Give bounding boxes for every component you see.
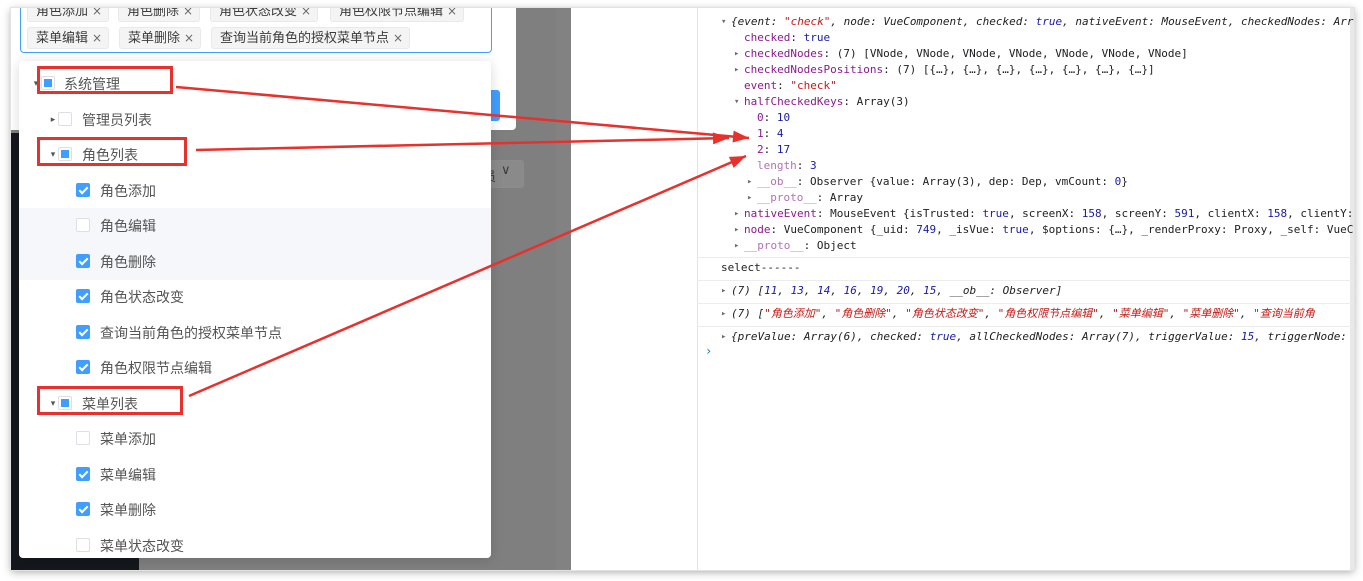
- annotation-arrow: [175, 85, 750, 140]
- screenshot-frame: 员 ∨ 角色添加×角色删除×角色状态改变×角色权限节点编辑×菜单编辑×菜单删除×…: [11, 8, 1354, 570]
- annotation-arrows: [175, 85, 750, 398]
- arrowhead-icon: [712, 132, 729, 145]
- annotation-arrow: [188, 154, 747, 398]
- arrowhead-icon: [728, 156, 746, 168]
- annotation-arrow: [195, 136, 730, 152]
